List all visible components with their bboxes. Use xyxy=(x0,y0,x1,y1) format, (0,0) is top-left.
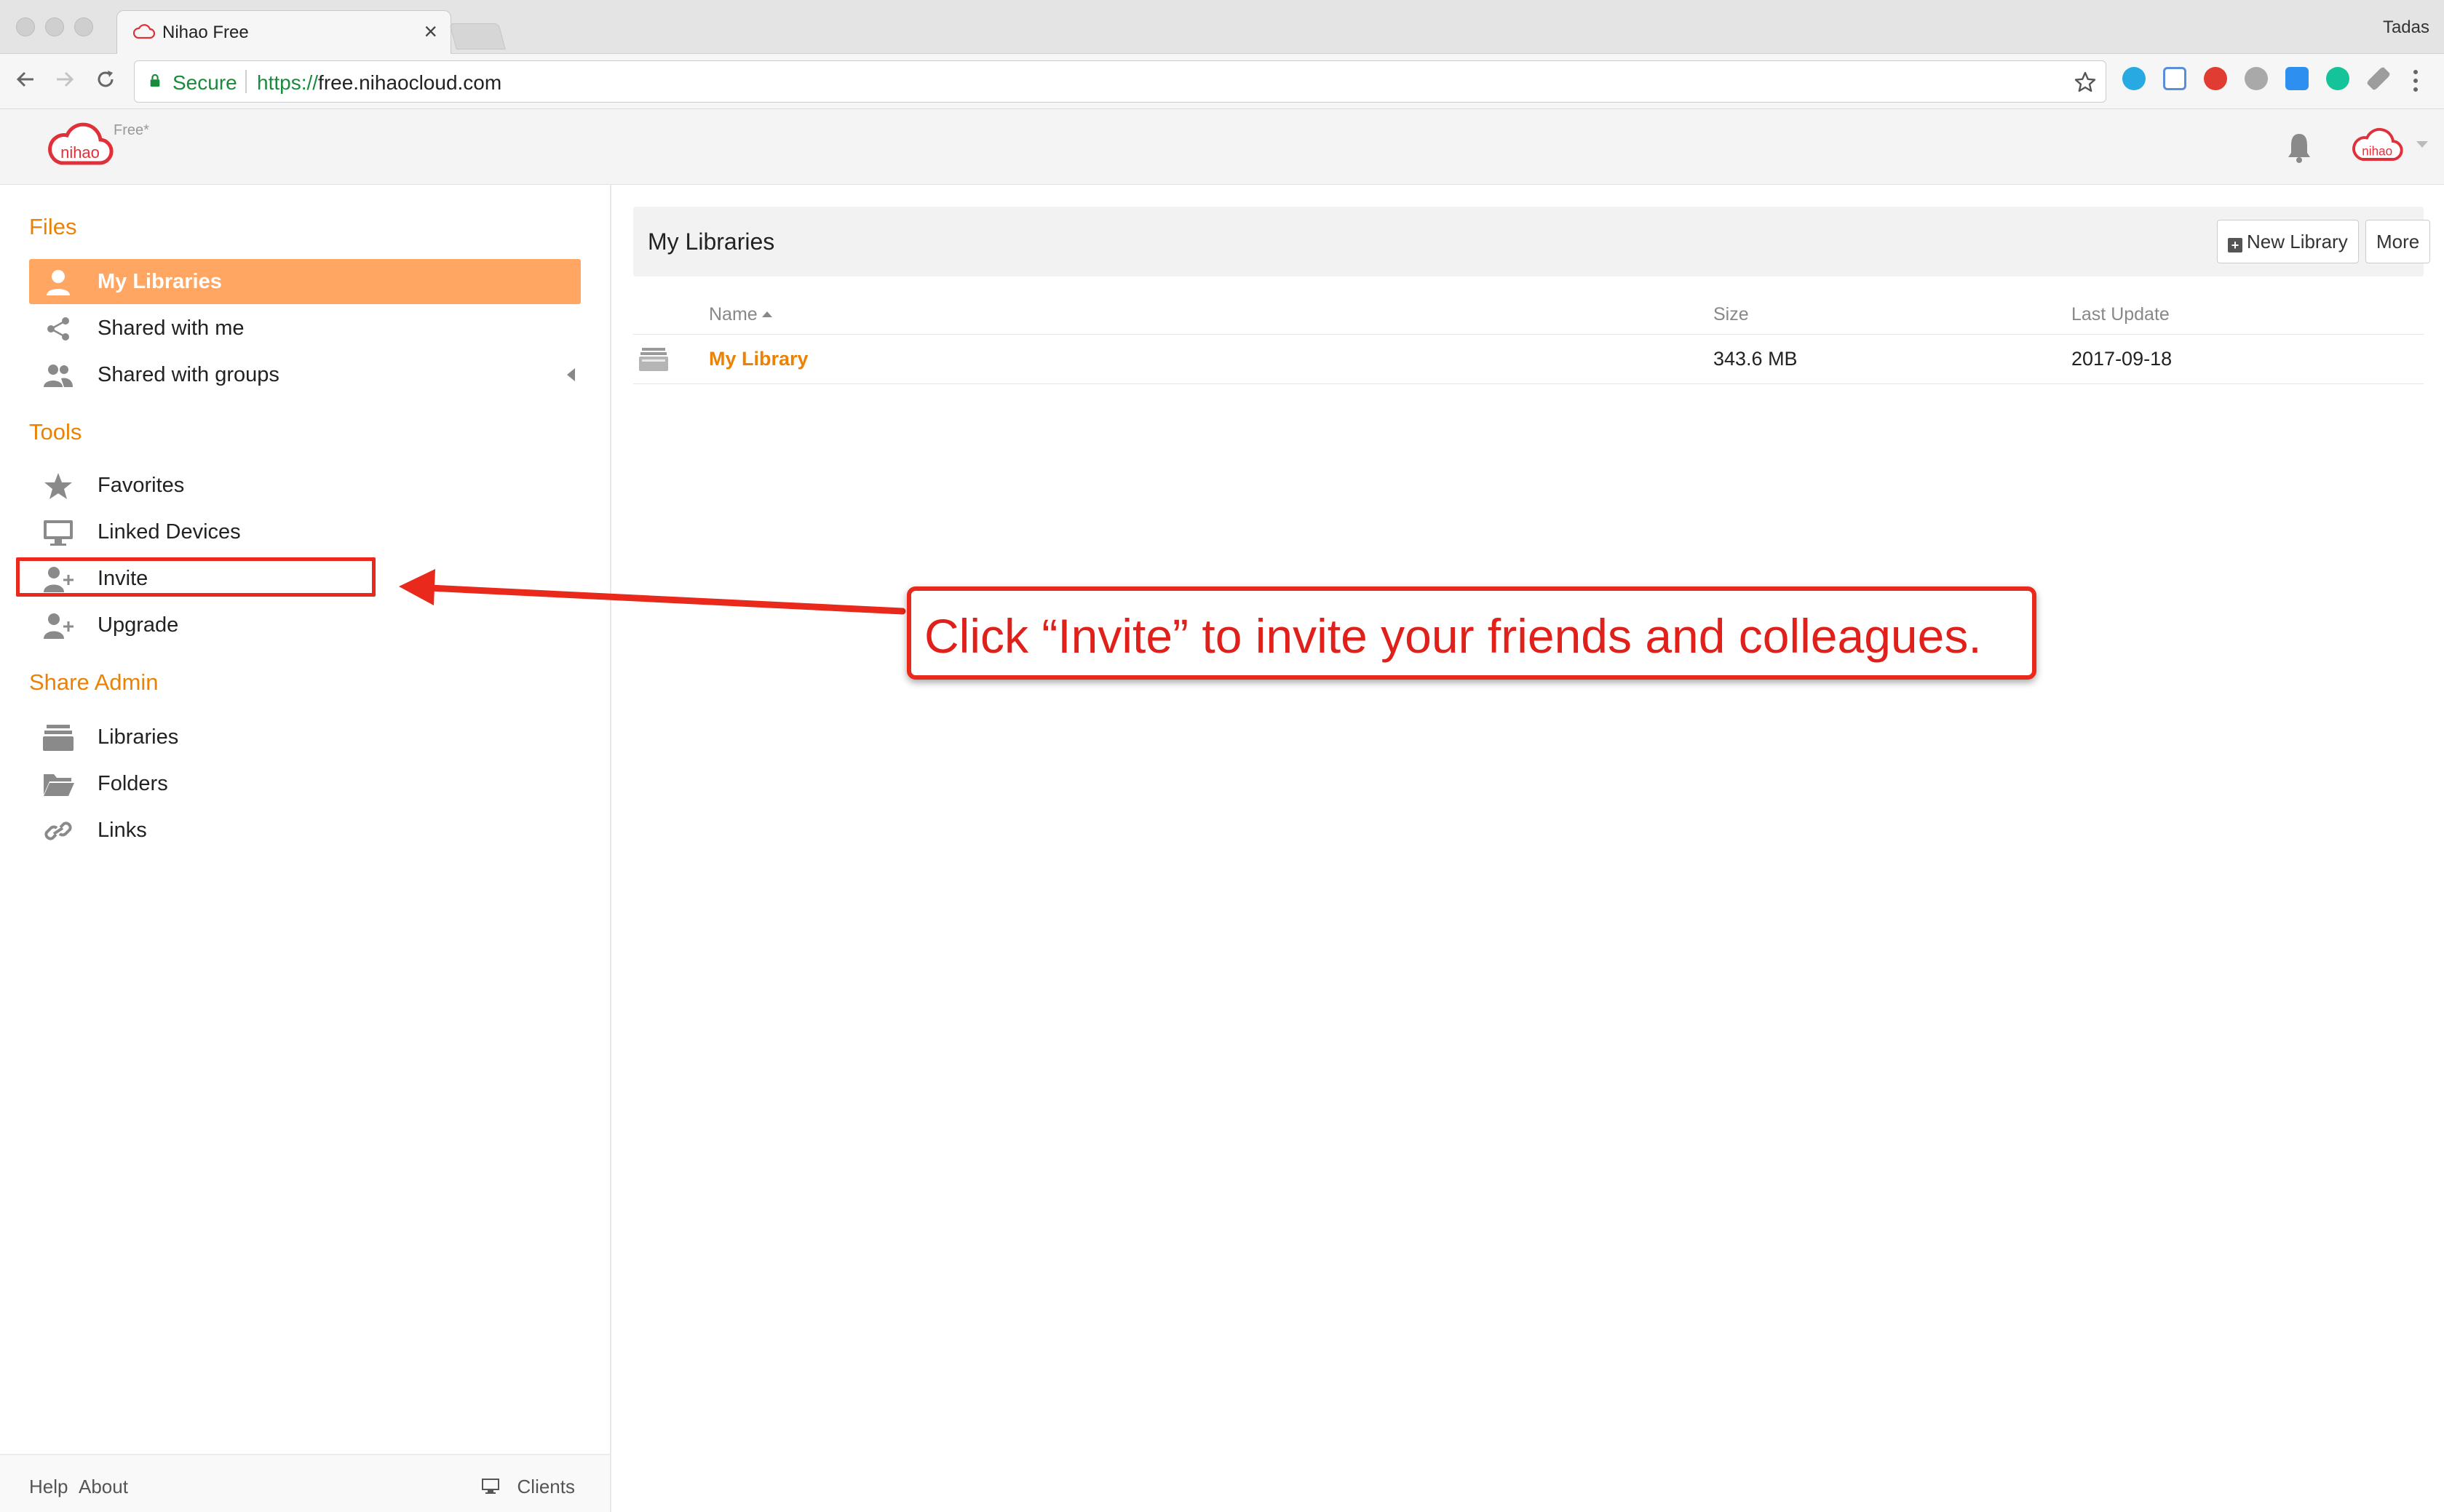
skype-extension-icon[interactable] xyxy=(2122,67,2146,90)
grammarly-extension-icon[interactable] xyxy=(2326,67,2349,90)
annotation-callout: Click “Invite” to invite your friends an… xyxy=(907,586,2036,680)
column-header-name[interactable]: Name xyxy=(709,304,772,325)
sidebar-item-label: Links xyxy=(98,819,147,842)
sidebar-item-favorites[interactable]: Favorites xyxy=(29,463,581,508)
library-icon xyxy=(639,348,668,371)
bookmark-star-icon[interactable] xyxy=(2074,71,2097,94)
sidebar-footer: Help About Clients xyxy=(0,1454,610,1512)
library-size: 343.6 MB xyxy=(1713,348,1798,370)
star-icon xyxy=(44,473,72,499)
sidebar-item-label: Shared with groups xyxy=(98,363,279,386)
lock-icon xyxy=(150,74,160,87)
reload-icon[interactable] xyxy=(95,68,116,90)
address-bar[interactable]: Secure https://free.nihaocloud.com xyxy=(134,60,2106,103)
about-link[interactable]: About xyxy=(79,1476,128,1498)
libraries-header-bar: My Libraries + New Library More xyxy=(633,207,2431,276)
column-header-last-update[interactable]: Last Update xyxy=(2071,304,2170,325)
sidebar-item-label: Upgrade xyxy=(98,613,179,637)
clients-link[interactable]: Clients xyxy=(517,1476,575,1498)
browser-titlebar: Nihao Free × Tadas xyxy=(0,0,2444,55)
url-host: free.nihaocloud.com xyxy=(318,71,502,94)
sidebar-item-shared-with-groups[interactable]: Shared with groups xyxy=(29,352,581,397)
notification-bell-icon[interactable] xyxy=(2287,131,2312,163)
translate-extension-icon[interactable] xyxy=(2163,67,2186,90)
add-user-icon xyxy=(44,613,74,639)
expand-caret-icon[interactable] xyxy=(567,368,575,381)
sidebar-item-label: Linked Devices xyxy=(98,520,241,544)
share-icon xyxy=(47,317,69,341)
user-avatar[interactable]: nihao xyxy=(2352,122,2403,170)
tab-title: Nihao Free xyxy=(162,23,249,42)
plus-icon: + xyxy=(2228,238,2242,252)
url-text[interactable]: https://free.nihaocloud.com xyxy=(257,71,501,95)
more-label: More xyxy=(2376,231,2420,252)
address-separator xyxy=(245,70,247,93)
secure-label: Secure xyxy=(172,71,237,94)
sidebar-item-linked-devices[interactable]: Linked Devices xyxy=(29,509,581,554)
plan-badge: Free* xyxy=(114,122,149,138)
user-icon xyxy=(47,270,70,295)
column-header-size[interactable]: Size xyxy=(1713,304,1749,325)
window-zoom-button[interactable] xyxy=(74,17,93,36)
profile-name[interactable]: Tadas xyxy=(2383,17,2429,38)
nihao-logo[interactable]: nihao xyxy=(48,119,114,171)
library-last-update: 2017-09-18 xyxy=(2071,348,2173,370)
more-button[interactable]: More xyxy=(2365,220,2431,263)
group-icon xyxy=(44,365,73,387)
browser-toolbar: Secure https://free.nihaocloud.com xyxy=(0,54,2444,109)
help-link[interactable]: Help xyxy=(29,1476,68,1498)
sidebar-item-my-libraries[interactable]: My Libraries xyxy=(29,259,581,304)
browser-tab[interactable]: Nihao Free × xyxy=(116,10,451,55)
share-admin-heading: Share Admin xyxy=(29,669,159,695)
browser-menu-icon[interactable] xyxy=(2412,68,2419,93)
table-row[interactable]: My Library 343.6 MB 2017-09-18 xyxy=(633,335,2424,384)
opera-extension-icon[interactable] xyxy=(2204,67,2227,90)
sidebar-item-label: Favorites xyxy=(98,474,185,497)
forward-icon[interactable] xyxy=(54,68,76,90)
sidebar-item-admin-folders[interactable]: Folders xyxy=(29,761,581,806)
tab-close-icon[interactable]: × xyxy=(424,18,437,45)
avatar-cloud-icon: nihao xyxy=(2352,127,2403,161)
files-heading: Files xyxy=(29,214,77,239)
back-icon[interactable] xyxy=(15,68,36,90)
sidebar-item-admin-links[interactable]: Links xyxy=(29,808,581,853)
new-library-button[interactable]: + New Library xyxy=(2217,220,2359,263)
library-icon xyxy=(43,725,74,751)
sidebar-item-admin-libraries[interactable]: Libraries xyxy=(29,715,581,760)
sidebar-item-shared-with-me[interactable]: Shared with me xyxy=(29,306,581,351)
cloud-favicon-icon xyxy=(133,24,155,39)
invite-highlight-box xyxy=(16,557,376,597)
window-minimize-button[interactable] xyxy=(45,17,64,36)
page-title: My Libraries xyxy=(648,228,775,255)
window-close-button[interactable] xyxy=(16,17,35,36)
svg-text:nihao: nihao xyxy=(2362,145,2392,159)
tools-heading: Tools xyxy=(29,419,82,445)
sidebar-item-label: Shared with me xyxy=(98,317,245,340)
sidebar: Files My Libraries Shared with me Shared… xyxy=(0,185,611,1512)
app-header: nihao Free* nihao xyxy=(0,109,2444,185)
user-extension-icon[interactable] xyxy=(2245,67,2268,90)
main-content: My Libraries + New Library More Name Size… xyxy=(613,185,2444,1512)
new-library-label: New Library xyxy=(2247,231,2348,252)
new-tab-button[interactable] xyxy=(449,23,506,49)
monitor-icon xyxy=(44,520,73,546)
sidebar-item-upgrade[interactable]: Upgrade xyxy=(29,602,581,648)
avatar-dropdown-caret-icon[interactable] xyxy=(2416,141,2428,148)
sidebar-item-label: Libraries xyxy=(98,725,179,749)
sort-ascending-icon xyxy=(761,311,772,317)
folder-icon xyxy=(44,774,74,796)
sidebar-item-label: My Libraries xyxy=(98,270,222,293)
url-scheme: https:// xyxy=(257,71,319,94)
video-extension-icon[interactable] xyxy=(2285,67,2309,90)
desktop-clients-icon xyxy=(482,1479,499,1494)
svg-text:nihao: nihao xyxy=(60,143,100,162)
link-icon xyxy=(44,821,72,840)
column-name-label: Name xyxy=(709,304,758,325)
callout-text: Click “Invite” to invite your friends an… xyxy=(924,609,1982,663)
table-header: Name Size Last Update xyxy=(633,294,2424,335)
dropper-extension-icon[interactable] xyxy=(2366,66,2391,91)
sidebar-item-label: Folders xyxy=(98,772,168,795)
cloud-logo-icon: nihao xyxy=(48,122,114,165)
library-name-link[interactable]: My Library xyxy=(709,348,809,370)
